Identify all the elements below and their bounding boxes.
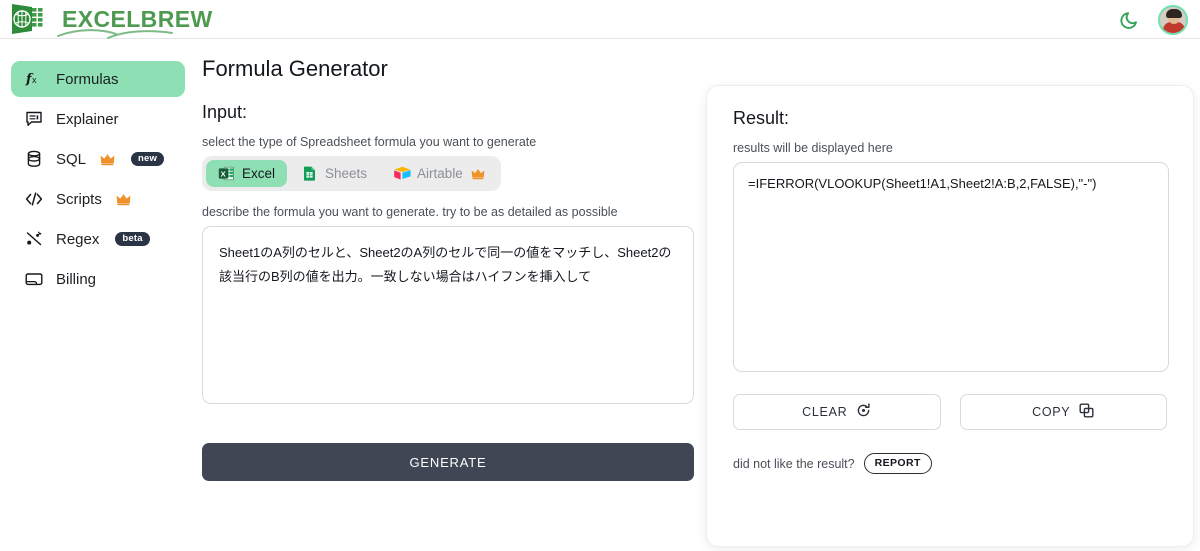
type-hint: select the type of Spreadsheet formula y… [202,135,537,149]
sidebar-item-label: Scripts [56,190,102,208]
type-option-excel[interactable]: X Excel [206,160,288,187]
result-hint: results will be displayed here [733,141,893,155]
result-heading: Result: [733,108,790,128]
sidebar-item-billing[interactable]: Billing [11,261,185,297]
avatar[interactable] [1158,4,1188,35]
card-icon [25,270,43,288]
brand-swoosh [57,29,173,39]
svg-text:x: x [32,75,37,85]
result-formula-output[interactable]: =IFERROR(VLOOKUP(Sheet1!A1,Sheet2!A:B,2,… [733,162,1169,372]
input-heading: Input: [202,102,248,122]
type-option-sheets[interactable]: Sheets [289,160,379,187]
type-option-label: Airtable [417,166,463,181]
airtable-icon [393,165,411,182]
formula-type-selector: X Excel Sheets Airtable [202,156,501,191]
database-icon [25,150,43,168]
main-content: Formula Generator Input: select the type… [196,39,1200,551]
report-button[interactable]: REPORT [863,453,932,474]
comment-icon [25,110,43,128]
sidebar-item-label: Billing [56,270,97,288]
svg-text:X: X [221,169,226,178]
describe-hint: describe the formula you want to generat… [202,205,618,219]
result-panel: Result: results will be displayed here =… [706,85,1194,547]
report-row: did not like the result? REPORT [733,453,1167,474]
type-option-airtable[interactable]: Airtable [381,160,497,187]
badge-new: new [131,151,165,167]
excel-brain-logo-icon [6,2,56,36]
badge-beta: beta [115,231,150,247]
sidebar-item-label: Formulas [56,70,119,88]
copy-button[interactable]: COPY [959,394,1167,430]
reset-icon [856,403,871,421]
sidebar-item-formulas[interactable]: f x Formulas [11,61,185,97]
result-actions: CLEAR COPY [733,394,1167,430]
code-icon [25,190,43,208]
sidebar-item-sql[interactable]: SQL new [11,141,185,177]
clear-button[interactable]: CLEAR [733,394,941,430]
type-option-label: Sheets [325,166,368,181]
copy-button-label: COPY [1032,405,1071,419]
copy-icon [1079,403,1094,421]
sidebar-item-label: Explainer [56,110,119,128]
generate-button[interactable]: GENERATE [202,443,694,481]
input-section: Input: select the type of Spreadsheet fo… [202,102,694,481]
crown-icon [471,168,485,180]
app-header: EXCELBREW [0,0,1200,39]
sidebar-item-label: SQL [56,150,87,168]
brand[interactable]: EXCELBREW [0,2,213,39]
excel-icon: X [218,165,235,182]
header-actions [1118,0,1188,39]
crown-icon [100,153,115,166]
clear-button-label: CLEAR [802,405,848,419]
type-option-label: Excel [242,166,276,181]
sidebar-item-explainer[interactable]: Explainer [11,101,185,137]
fx-icon: f x [25,70,43,88]
sheets-icon [301,165,318,182]
avatar-hair [1166,8,1182,18]
sidebar: f x Formulas Explainer SQL new Scripts R… [0,39,196,551]
sidebar-item-label: Regex [56,230,100,248]
moon-icon[interactable] [1118,8,1142,32]
page-title: Formula Generator [202,56,388,81]
regex-icon [25,230,43,248]
formula-description-input[interactable] [202,226,694,404]
crown-icon [116,193,131,206]
report-prompt: did not like the result? [733,456,855,471]
sidebar-item-regex[interactable]: Regex beta [11,221,185,257]
sidebar-item-scripts[interactable]: Scripts [11,181,185,217]
